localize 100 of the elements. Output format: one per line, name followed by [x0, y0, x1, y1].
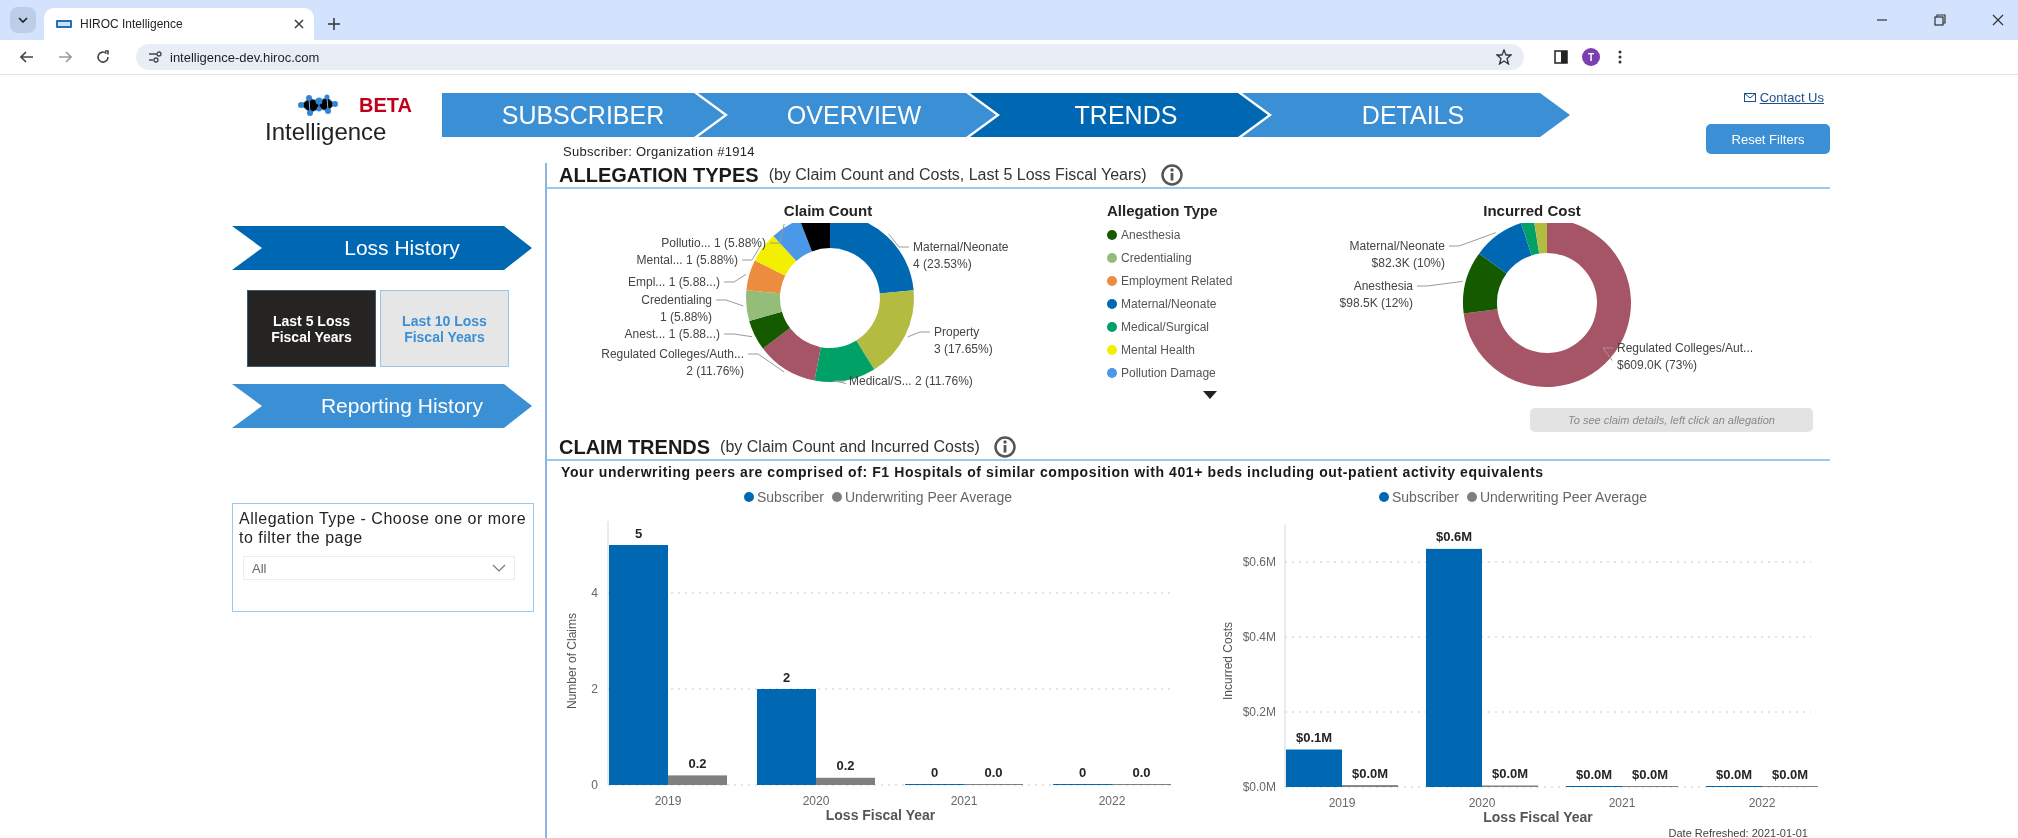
- info-icon[interactable]: [993, 436, 1016, 458]
- legend-label[interactable]: Subscriber: [1392, 489, 1459, 505]
- axis-label: 2022: [1098, 794, 1126, 808]
- donut-slice[interactable]: [799, 223, 830, 252]
- hint-message: To see claim details, left click an allegation: [1530, 408, 1813, 432]
- value-label: 0: [1078, 764, 1087, 780]
- chart-title: Claim Count: [782, 201, 874, 221]
- nav-tab[interactable]: TRENDS: [970, 93, 1268, 137]
- legend-label[interactable]: Credentialing: [1121, 250, 1192, 265]
- value-label: $0.0M: [1575, 766, 1613, 782]
- data-label: Pollutio... 1 (5.88%): [661, 236, 766, 250]
- axis-label: 2020: [802, 794, 830, 808]
- contact-link[interactable]: Contact Us: [1743, 90, 1824, 105]
- logo-text: Intelligence: [265, 119, 388, 145]
- data-label: Empl... 1 (5.88...): [627, 275, 720, 289]
- tick-label: $0.6M: [1242, 555, 1276, 569]
- reset-filters-button[interactable]: Reset Filters: [1706, 124, 1830, 154]
- leader-line: [834, 380, 847, 385]
- data-label: Maternal/Neonate 4 (23.53%): [913, 240, 1009, 271]
- value-label: 0: [930, 764, 939, 780]
- chevron-down-icon: [492, 564, 506, 572]
- caret-icon[interactable]: [1203, 391, 1217, 399]
- tick-label: 2: [591, 682, 598, 696]
- filter-dropdown[interactable]: All: [243, 556, 515, 580]
- legend-label[interactable]: Underwriting Peer Average: [844, 489, 1012, 505]
- axis-title: Loss Fiscal Year: [1483, 809, 1593, 825]
- section-tab[interactable]: Loss History: [232, 226, 532, 270]
- axis-label: 2021: [950, 794, 978, 808]
- back-icon[interactable]: [20, 51, 34, 63]
- legend-label[interactable]: Employment Related: [1121, 273, 1233, 288]
- sidebar-icon[interactable]: [1554, 50, 1568, 64]
- leader-line: [723, 333, 753, 338]
- tick-label: 4: [591, 586, 598, 600]
- data-label: Mental... 1 (5.88%): [636, 253, 738, 267]
- section-tab[interactable]: Reporting History: [232, 384, 532, 428]
- close-icon[interactable]: [1992, 14, 2004, 26]
- value-label: $0.0M: [1771, 766, 1809, 782]
- legend-label[interactable]: Maternal/Neonate: [1121, 296, 1217, 311]
- close-icon[interactable]: [294, 19, 304, 29]
- peers-note: Your underwriting peers are comprised of: F1 Hospitals of similar composition with 401+ beds including out-patient activity equivalents: [560, 463, 1545, 482]
- subscriber-label: Subscriber: Organization #1914: [563, 144, 756, 159]
- browser-tab[interactable]: HIROC Intelligence: [44, 8, 314, 40]
- value-label: $0.0M: [1715, 766, 1753, 782]
- section-title: CLAIM TRENDS: [559, 435, 711, 459]
- tab-list-button[interactable]: [10, 7, 36, 33]
- info-icon[interactable]: [1160, 164, 1183, 186]
- nav-tab[interactable]: DETAILS: [1242, 93, 1570, 137]
- axis-label: 2019: [654, 794, 682, 808]
- forward-icon[interactable]: [58, 51, 72, 63]
- section-subtitle: (by Claim Count and Incurred Costs): [720, 438, 980, 456]
- donut-slice[interactable]: [773, 223, 812, 262]
- axis-label: 2020: [1468, 796, 1496, 810]
- menu-icon[interactable]: [1618, 50, 1622, 64]
- data-label: Anesthesia $98.5K (12%): [1339, 279, 1413, 310]
- legend-label[interactable]: Pollution Damage: [1121, 365, 1216, 380]
- data-label: Regulated Colleges/Auth... 2 (11.76%): [601, 347, 744, 378]
- section-subtitle: (by Claim Count and Costs, Last 5 Loss Fiscal Years): [768, 166, 1147, 184]
- tick-label: 0: [591, 778, 598, 792]
- legend-label[interactable]: Underwriting Peer Average: [1479, 489, 1647, 505]
- value-label: 2: [782, 669, 791, 685]
- new-tab-icon[interactable]: [328, 18, 340, 30]
- value-label: 0.2: [688, 755, 707, 771]
- legend-label[interactable]: Mental Health: [1121, 342, 1196, 357]
- profile-avatar[interactable]: T: [1582, 48, 1600, 66]
- axis-title: Number of Claims: [565, 613, 579, 709]
- value-label: $0.0M: [1491, 766, 1529, 781]
- donut-slice[interactable]: [746, 290, 782, 321]
- address-field[interactable]: intelligence-dev.hiroc.com: [136, 44, 1524, 70]
- donut-slice[interactable]: [762, 328, 821, 381]
- axis-label: 2021: [1608, 796, 1636, 810]
- leader-line: [1448, 232, 1497, 247]
- bar[interactable]: [1286, 749, 1342, 787]
- data-label: Credentialing 1 (5.88%): [641, 293, 712, 324]
- donut-slice[interactable]: [1463, 253, 1507, 314]
- value-label: 0.2: [836, 758, 855, 774]
- mail-icon: [1743, 93, 1756, 102]
- donut-slice[interactable]: [1479, 223, 1532, 274]
- data-label: Regulated Colleges/Aut... $609.0K (73%): [1617, 341, 1754, 372]
- legend-label[interactable]: Subscriber: [757, 489, 824, 505]
- axis-label: 2022: [1748, 796, 1776, 810]
- nav-tab[interactable]: OVERVIEW: [698, 93, 996, 137]
- leader-line: [907, 331, 931, 338]
- date-refreshed: Date Refreshed: 2021-01-01: [1667, 827, 1808, 838]
- section-title: ALLEGATION TYPES: [559, 163, 759, 187]
- legend-label[interactable]: Medical/Surgical: [1121, 319, 1210, 334]
- data-label: Property 3 (17.65%): [934, 325, 993, 356]
- leader-line: [715, 299, 744, 307]
- data-label: Medical/S... 2 (11.76%): [849, 374, 973, 388]
- restore-icon[interactable]: [1934, 14, 1946, 26]
- legend-label[interactable]: Anesthesia: [1121, 227, 1181, 242]
- leader-line: [1602, 347, 1614, 362]
- period-button[interactable]: Last 5 Loss Fiscal Years: [247, 290, 376, 367]
- star-icon[interactable]: [1496, 49, 1512, 65]
- donut-slice[interactable]: [749, 311, 791, 349]
- site-info-icon[interactable]: [148, 51, 162, 63]
- reload-icon[interactable]: [96, 50, 110, 64]
- nav-tab[interactable]: SUBSCRIBER: [442, 93, 724, 137]
- bar[interactable]: [816, 777, 875, 785]
- favicon-icon: [56, 18, 72, 30]
- chart-title: Incurred Cost: [1482, 201, 1582, 221]
